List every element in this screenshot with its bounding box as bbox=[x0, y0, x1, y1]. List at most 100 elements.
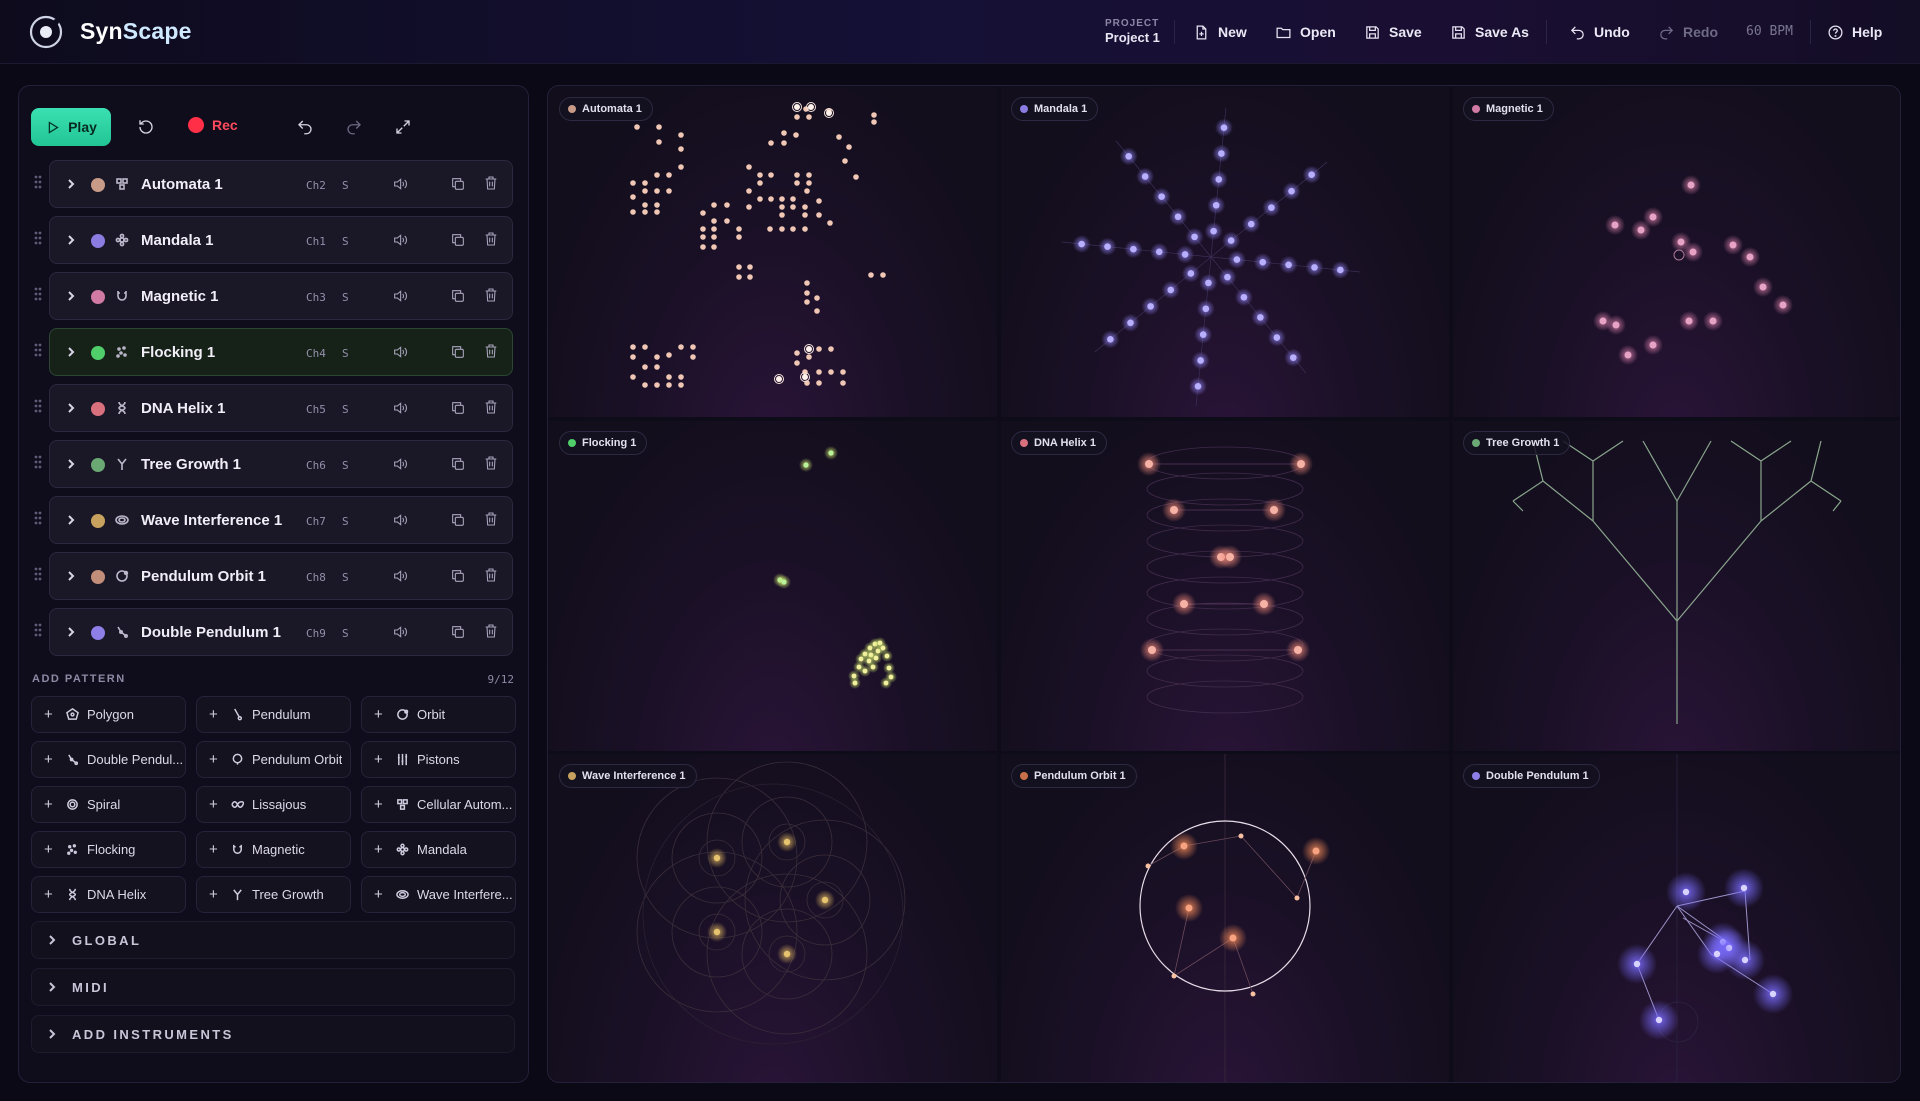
trash-icon[interactable] bbox=[483, 231, 499, 247]
volume-icon[interactable] bbox=[392, 624, 408, 640]
add-pattern-button[interactable]: + Lissajous bbox=[196, 786, 351, 823]
chevron-right-icon[interactable] bbox=[64, 401, 78, 415]
canvas-flocking[interactable]: Flocking 1 bbox=[549, 421, 997, 751]
track-item[interactable]: Magnetic 1 Ch3 S bbox=[49, 272, 513, 320]
redo-small-button[interactable] bbox=[341, 114, 367, 140]
drag-handle-icon[interactable] bbox=[33, 398, 43, 414]
track-channel[interactable]: Ch7 bbox=[306, 515, 326, 528]
drag-handle-icon[interactable] bbox=[33, 286, 43, 302]
save-as-button[interactable]: Save As bbox=[1450, 22, 1529, 42]
duplicate-icon[interactable] bbox=[450, 512, 466, 528]
solo-button[interactable]: S bbox=[342, 235, 349, 248]
trash-icon[interactable] bbox=[483, 623, 499, 639]
trash-icon[interactable] bbox=[483, 175, 499, 191]
open-button[interactable]: Open bbox=[1275, 22, 1336, 42]
track-item[interactable]: DNA Helix 1 Ch5 S bbox=[49, 384, 513, 432]
canvas-dna-helix[interactable]: DNA Helix 1 bbox=[1001, 421, 1449, 751]
canvas-mandala[interactable]: Mandala 1 bbox=[1001, 87, 1449, 417]
solo-button[interactable]: S bbox=[342, 459, 349, 472]
chevron-right-icon[interactable] bbox=[64, 625, 78, 639]
volume-icon[interactable] bbox=[392, 232, 408, 248]
chevron-right-icon[interactable] bbox=[64, 513, 78, 527]
add-pattern-button[interactable]: + Cellular Autom... bbox=[361, 786, 516, 823]
add-pattern-button[interactable]: + Mandala bbox=[361, 831, 516, 868]
fullscreen-button[interactable] bbox=[390, 114, 416, 140]
duplicate-icon[interactable] bbox=[450, 176, 466, 192]
trash-icon[interactable] bbox=[483, 511, 499, 527]
trash-icon[interactable] bbox=[483, 567, 499, 583]
add-pattern-button[interactable]: + Double Pendul... bbox=[31, 741, 186, 778]
add-pattern-button[interactable]: + DNA Helix bbox=[31, 876, 186, 913]
drag-handle-icon[interactable] bbox=[33, 342, 43, 358]
track-channel[interactable]: Ch2 bbox=[306, 179, 326, 192]
duplicate-icon[interactable] bbox=[450, 400, 466, 416]
duplicate-icon[interactable] bbox=[450, 624, 466, 640]
track-color-swatch[interactable] bbox=[91, 234, 105, 248]
drag-handle-icon[interactable] bbox=[33, 174, 43, 190]
chevron-right-icon[interactable] bbox=[64, 569, 78, 583]
trash-icon[interactable] bbox=[483, 343, 499, 359]
volume-icon[interactable] bbox=[392, 568, 408, 584]
redo-button[interactable]: Redo bbox=[1658, 22, 1718, 42]
undo-button[interactable]: Undo bbox=[1569, 22, 1630, 42]
trash-icon[interactable] bbox=[483, 287, 499, 303]
track-color-swatch[interactable] bbox=[91, 626, 105, 640]
drag-handle-icon[interactable] bbox=[33, 566, 43, 582]
track-color-swatch[interactable] bbox=[91, 570, 105, 584]
track-channel[interactable]: Ch1 bbox=[306, 235, 326, 248]
undo-small-button[interactable] bbox=[292, 114, 318, 140]
add-pattern-button[interactable]: + Magnetic bbox=[196, 831, 351, 868]
drag-handle-icon[interactable] bbox=[33, 230, 43, 246]
add-pattern-button[interactable]: + Spiral bbox=[31, 786, 186, 823]
track-channel[interactable]: Ch6 bbox=[306, 459, 326, 472]
track-item[interactable]: Double Pendulum 1 Ch9 S bbox=[49, 608, 513, 656]
track-color-swatch[interactable] bbox=[91, 346, 105, 360]
midi-section[interactable]: MIDI bbox=[31, 968, 515, 1006]
add-pattern-button[interactable]: + Orbit bbox=[361, 696, 516, 733]
track-color-swatch[interactable] bbox=[91, 178, 105, 192]
solo-button[interactable]: S bbox=[342, 291, 349, 304]
solo-button[interactable]: S bbox=[342, 403, 349, 416]
help-button[interactable]: Help bbox=[1827, 22, 1882, 42]
canvas-tree-growth[interactable]: Tree Growth 1 bbox=[1453, 421, 1900, 751]
track-channel[interactable]: Ch3 bbox=[306, 291, 326, 304]
track-color-swatch[interactable] bbox=[91, 458, 105, 472]
volume-icon[interactable] bbox=[392, 456, 408, 472]
track-channel[interactable]: Ch9 bbox=[306, 627, 326, 640]
add-pattern-button[interactable]: + Flocking bbox=[31, 831, 186, 868]
play-button[interactable]: Play bbox=[31, 108, 111, 146]
volume-icon[interactable] bbox=[392, 400, 408, 416]
chevron-right-icon[interactable] bbox=[64, 177, 78, 191]
solo-button[interactable]: S bbox=[342, 179, 349, 192]
new-button[interactable]: New bbox=[1193, 22, 1247, 42]
volume-icon[interactable] bbox=[392, 288, 408, 304]
volume-icon[interactable] bbox=[392, 344, 408, 360]
chevron-right-icon[interactable] bbox=[64, 457, 78, 471]
save-button[interactable]: Save bbox=[1364, 22, 1422, 42]
solo-button[interactable]: S bbox=[342, 571, 349, 584]
chevron-right-icon[interactable] bbox=[64, 289, 78, 303]
canvas-double-pendulum[interactable]: Double Pendulum 1 bbox=[1453, 754, 1900, 1082]
trash-icon[interactable] bbox=[483, 455, 499, 471]
add-pattern-button[interactable]: + Tree Growth bbox=[196, 876, 351, 913]
track-item[interactable]: Tree Growth 1 Ch6 S bbox=[49, 440, 513, 488]
add-pattern-button[interactable]: + Polygon bbox=[31, 696, 186, 733]
canvas-automata[interactable]: Automata 1 bbox=[549, 87, 997, 417]
track-channel[interactable]: Ch8 bbox=[306, 571, 326, 584]
chevron-right-icon[interactable] bbox=[64, 345, 78, 359]
duplicate-icon[interactable] bbox=[450, 344, 466, 360]
volume-icon[interactable] bbox=[392, 512, 408, 528]
track-color-swatch[interactable] bbox=[91, 290, 105, 304]
track-item[interactable]: Mandala 1 Ch1 S bbox=[49, 216, 513, 264]
track-channel[interactable]: Ch4 bbox=[306, 347, 326, 360]
solo-button[interactable]: S bbox=[342, 347, 349, 360]
duplicate-icon[interactable] bbox=[450, 456, 466, 472]
track-channel[interactable]: Ch5 bbox=[306, 403, 326, 416]
reset-button[interactable] bbox=[133, 114, 159, 140]
duplicate-icon[interactable] bbox=[450, 288, 466, 304]
volume-icon[interactable] bbox=[392, 176, 408, 192]
drag-handle-icon[interactable] bbox=[33, 622, 43, 638]
add-pattern-button[interactable]: + Wave Interfere... bbox=[361, 876, 516, 913]
add-pattern-button[interactable]: + Pendulum Orbit bbox=[196, 741, 351, 778]
add-pattern-button[interactable]: + Pistons bbox=[361, 741, 516, 778]
